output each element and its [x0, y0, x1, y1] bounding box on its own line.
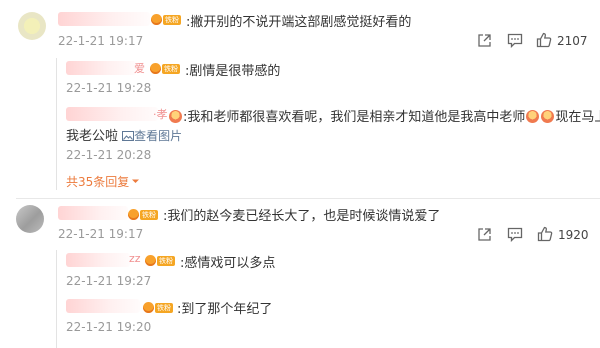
fan-badge-icon: 铁粉 — [145, 255, 175, 266]
reply-thread-line — [56, 58, 57, 190]
avatar[interactable] — [18, 12, 46, 40]
emoji-icon — [526, 110, 540, 123]
username-blurred[interactable] — [58, 12, 150, 26]
fan-badge-icon: 铁粉 — [128, 209, 158, 220]
avatar[interactable] — [16, 205, 44, 233]
thumb-up-icon[interactable] — [537, 226, 553, 242]
view-picture-link[interactable]: 查看图片 — [122, 129, 182, 143]
comment-text: :我们的赵今麦已经长大了，也是时候谈情说爱了 — [163, 209, 441, 224]
username-blurred[interactable] — [58, 206, 128, 220]
reply-username-tail[interactable]: ·孝 — [153, 106, 168, 122]
reply-text: :感情戏可以多点 — [180, 256, 276, 271]
reply-username-blurred[interactable] — [66, 61, 136, 75]
share-icon[interactable] — [477, 33, 492, 48]
fan-badge-icon: 铁粉 — [151, 14, 181, 25]
reply-text: :我和老师都很喜欢看呢，我们是相亲才知道他是我高中老师现在马上是 — [168, 106, 600, 125]
reply-text-cont: 我老公啦 查看图片 — [66, 129, 183, 144]
reply-thread-line — [56, 250, 57, 348]
reply-username-tail[interactable]: 爱 — [134, 60, 145, 76]
reply-text: :到了那个年纪了 — [177, 302, 273, 317]
more-replies-link[interactable]: 共35条回复 — [66, 173, 140, 190]
comment-icon[interactable] — [507, 33, 523, 48]
reply-time: 22-1-21 20:28 — [66, 148, 152, 162]
comment-divider — [16, 198, 600, 199]
reply-time: 22-1-21 19:27 — [66, 274, 152, 288]
fan-badge-icon: 铁粉 — [150, 63, 180, 74]
emoji-icon — [541, 110, 555, 123]
comment-time: 22-1-21 19:17 — [58, 34, 144, 48]
reply-username-blurred[interactable] — [66, 107, 158, 121]
reply-username-blurred[interactable] — [66, 299, 140, 313]
reply-time: 22-1-21 19:20 — [66, 320, 152, 334]
comment-time: 22-1-21 19:17 — [58, 227, 144, 241]
share-icon[interactable] — [477, 227, 492, 242]
comment-icon[interactable] — [507, 227, 523, 242]
comment-text: :撇开别的不说开端这部剧感觉挺好看的 — [186, 15, 412, 30]
reply-time: 22-1-21 19:28 — [66, 81, 152, 95]
reply-text: :剧情是很带感的 — [185, 64, 281, 79]
chevron-down-icon — [132, 179, 140, 183]
reply-username-blurred[interactable] — [66, 253, 130, 267]
thumb-up-icon[interactable] — [536, 32, 552, 48]
fan-face-icon — [169, 110, 182, 123]
like-count: 1920 — [558, 228, 589, 242]
reply-username-tail[interactable]: zz — [129, 252, 141, 265]
like-count: 2107 — [557, 34, 588, 48]
fan-badge-icon: 铁粉 — [143, 302, 173, 313]
picture-icon — [122, 131, 135, 141]
